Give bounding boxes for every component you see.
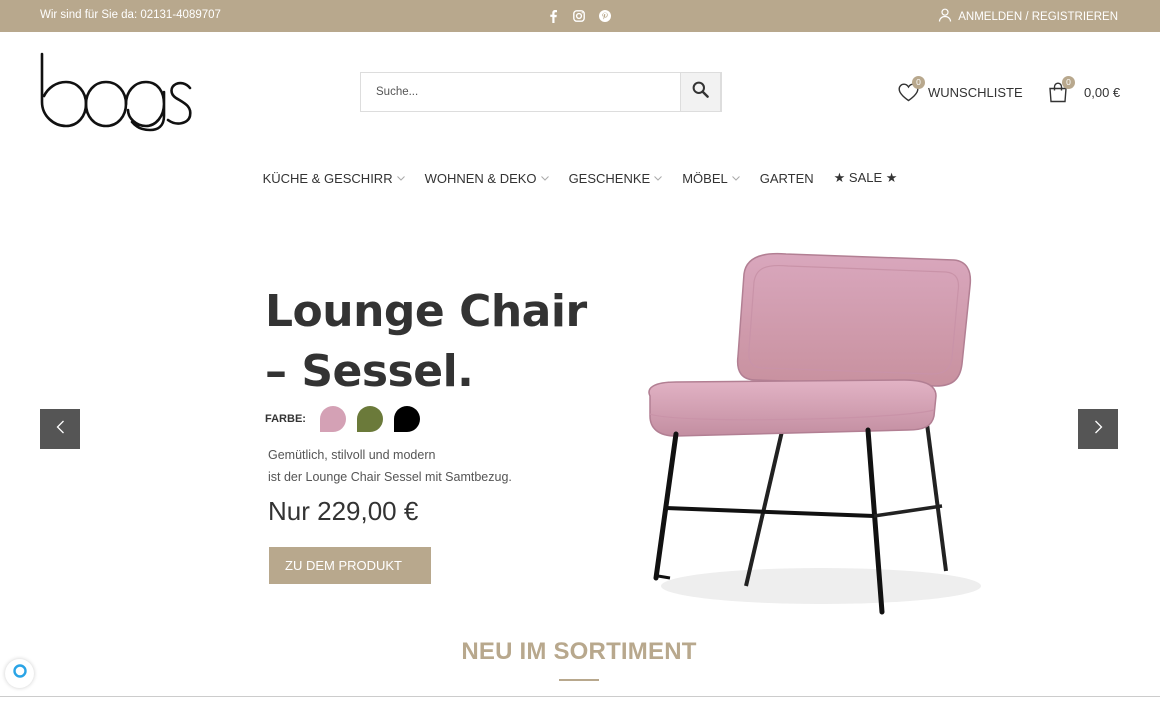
account-label: ANMELDEN / REGISTRIEREN bbox=[958, 10, 1118, 23]
nav-item-moebel[interactable]: MÖBEL bbox=[672, 168, 750, 188]
color-swatch-olive[interactable] bbox=[357, 406, 383, 432]
nav-label: GESCHENKE bbox=[568, 170, 651, 186]
wishlist-link[interactable]: 0 WUNSCHLISTE bbox=[896, 76, 1023, 104]
color-label: FARBE: bbox=[265, 413, 306, 425]
cart-bag-icon: 0 bbox=[1046, 76, 1075, 104]
color-selector: FARBE: bbox=[265, 406, 431, 432]
cart-count-badge: 0 bbox=[1062, 76, 1075, 89]
product-image-lounge-chair bbox=[636, 246, 986, 618]
user-icon bbox=[938, 8, 952, 25]
ring-icon bbox=[12, 663, 28, 684]
section-title-new-products: NEU IM SORTIMENT bbox=[461, 638, 697, 665]
floating-widget-button[interactable] bbox=[5, 659, 34, 688]
nav-label: ★ SALE ★ bbox=[833, 170, 898, 185]
pinterest-icon[interactable] bbox=[598, 8, 612, 24]
search-bar bbox=[360, 72, 722, 112]
slide-title-line-2: – Sessel. bbox=[265, 346, 474, 397]
slide-description-line-1: Gemütlich, stilvoll und modern bbox=[268, 448, 436, 462]
nav-item-geschenke[interactable]: GESCHENKE bbox=[559, 168, 673, 188]
slider-prev-button[interactable] bbox=[40, 409, 80, 449]
search-button[interactable] bbox=[680, 72, 721, 112]
section-divider bbox=[0, 696, 1160, 697]
cart-link[interactable]: 0 0,00 € bbox=[1046, 76, 1121, 104]
heart-icon: 0 bbox=[896, 76, 925, 104]
nav-label: GARTEN bbox=[759, 170, 814, 186]
wishlist-count-badge: 0 bbox=[912, 76, 925, 89]
facebook-icon[interactable] bbox=[546, 8, 560, 24]
account-link[interactable]: ANMELDEN / REGISTRIEREN bbox=[938, 8, 1118, 25]
search-input[interactable] bbox=[361, 73, 681, 111]
nav-item-wohnen-deko[interactable]: WOHNEN & DEKO bbox=[415, 168, 559, 188]
chevron-down-icon bbox=[731, 175, 740, 181]
slide-price: Nur 229,00 € bbox=[268, 496, 419, 526]
wishlist-label: WUNSCHLISTE bbox=[928, 84, 1023, 100]
nav-label: WOHNEN & DEKO bbox=[424, 170, 537, 186]
social-links bbox=[546, 8, 612, 24]
nav-item-garten[interactable]: GARTEN bbox=[750, 168, 824, 188]
instagram-icon[interactable] bbox=[572, 8, 586, 24]
contact-phone: Wir sind für Sie da: 02131-4089707 bbox=[40, 9, 221, 21]
nav-label: KÜCHE & GESCHIRR bbox=[262, 170, 393, 186]
slide-title: Lounge Chair – Sessel. bbox=[265, 282, 625, 402]
color-swatch-pink[interactable] bbox=[320, 406, 346, 432]
slide-description-line-2: ist der Lounge Chair Sessel mit Samtbezu… bbox=[268, 470, 512, 484]
chevron-down-icon bbox=[540, 175, 549, 181]
product-cta-button[interactable]: ZU DEM PRODUKT bbox=[269, 547, 431, 584]
slide-title-line-1: Lounge Chair bbox=[265, 286, 587, 337]
slider-next-button[interactable] bbox=[1078, 409, 1118, 449]
chevron-right-icon bbox=[1094, 420, 1103, 439]
chevron-down-icon bbox=[654, 175, 663, 181]
nav-item-kueche-geschirr[interactable]: KÜCHE & GESCHIRR bbox=[253, 168, 415, 188]
nav-label: MÖBEL bbox=[682, 170, 728, 186]
top-bar: Wir sind für Sie da: 02131-4089707 ANMEL… bbox=[0, 0, 1160, 32]
site-logo[interactable] bbox=[40, 52, 196, 132]
slide-description: Gemütlich, stilvoll und modern ist der L… bbox=[268, 444, 512, 488]
section-title-underline bbox=[559, 679, 599, 681]
nav-item-sale[interactable]: ★ SALE ★ bbox=[824, 168, 908, 188]
chevron-down-icon bbox=[396, 175, 405, 181]
color-swatch-black[interactable] bbox=[394, 406, 420, 432]
search-icon bbox=[692, 81, 709, 103]
main-navigation: KÜCHE & GESCHIRR WOHNEN & DEKO GESCHENKE… bbox=[0, 168, 1160, 188]
chevron-left-icon bbox=[56, 420, 65, 439]
cart-total: 0,00 € bbox=[1084, 84, 1121, 100]
